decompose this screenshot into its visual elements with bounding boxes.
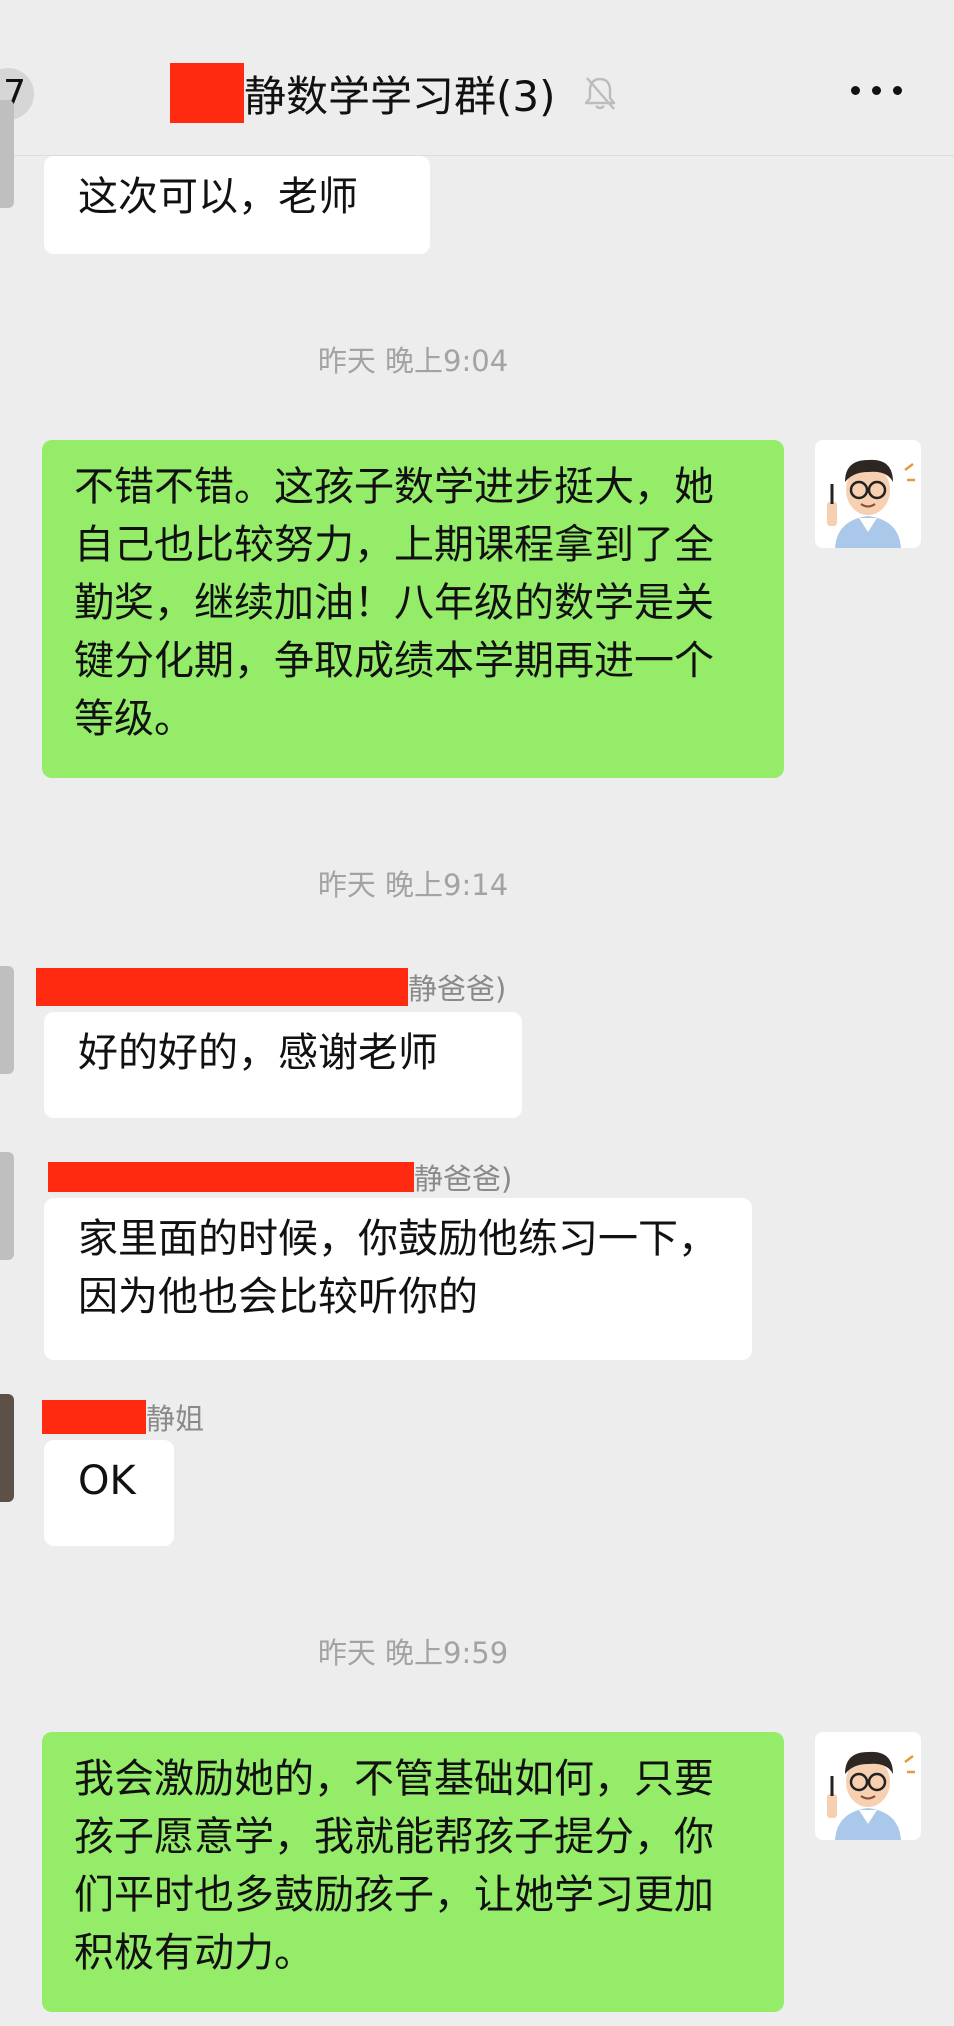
sender-name: 静姐 — [42, 1396, 204, 1438]
message-text: 不错不错。这孩子数学进步挺大，她自己也比较努力，上期课程拿到了全勤奖，继续加油！… — [74, 464, 714, 742]
bell-muted-icon — [584, 77, 615, 110]
redaction-block — [170, 63, 244, 123]
teacher-avatar-icon — [815, 440, 921, 548]
avatar[interactable] — [0, 1152, 14, 1260]
message-bubble[interactable]: 这次可以，老师 — [44, 156, 430, 254]
avatar[interactable] — [0, 966, 14, 1074]
sender-name: 静爸爸) — [48, 1156, 512, 1198]
chat-header: 7 静数学学习群(3) — [0, 0, 954, 156]
redaction-block — [36, 968, 408, 1006]
group-name: 静数学学习群(3) — [244, 71, 556, 121]
message-bubble[interactable]: OK — [44, 1440, 174, 1546]
avatar[interactable] — [815, 440, 921, 548]
sender-name: 静爸爸) — [36, 966, 506, 1008]
timestamp: 昨天 晚上9:14 — [317, 868, 509, 902]
message-bubble[interactable]: 好的好的，感谢老师 — [44, 1012, 522, 1118]
timestamp: 昨天 晚上9:59 — [317, 1636, 509, 1670]
message-text: 家里面的时候，你鼓励他练习一下，因为他也会比较听你的 — [78, 1216, 718, 1320]
message-bubble[interactable]: 不错不错。这孩子数学进步挺大，她自己也比较努力，上期课程拿到了全勤奖，继续加油！… — [42, 440, 784, 778]
message-text: 我会激励她的，不管基础如何，只要孩子愿意学，我就能帮孩子提分，你们平时也多鼓励孩… — [74, 1756, 714, 1976]
message-text: OK — [78, 1458, 136, 1504]
redaction-block — [42, 1400, 146, 1434]
message-bubble[interactable]: 我会激励她的，不管基础如何，只要孩子愿意学，我就能帮孩子提分，你们平时也多鼓励孩… — [42, 1732, 784, 2012]
message-text: 好的好的，感谢老师 — [78, 1030, 438, 1076]
teacher-avatar-icon — [815, 1732, 921, 1840]
more-options-icon[interactable] — [851, 86, 902, 95]
chat-title[interactable]: 静数学学习群(3) — [170, 60, 618, 126]
message-text: 这次可以，老师 — [78, 174, 358, 220]
message-bubble[interactable]: 家里面的时候，你鼓励他练习一下，因为他也会比较听你的 — [44, 1198, 752, 1360]
avatar[interactable] — [0, 1394, 14, 1502]
timestamp: 昨天 晚上9:04 — [317, 344, 509, 378]
avatar[interactable] — [0, 100, 14, 208]
redaction-block — [48, 1162, 414, 1192]
avatar[interactable] — [815, 1732, 921, 1840]
